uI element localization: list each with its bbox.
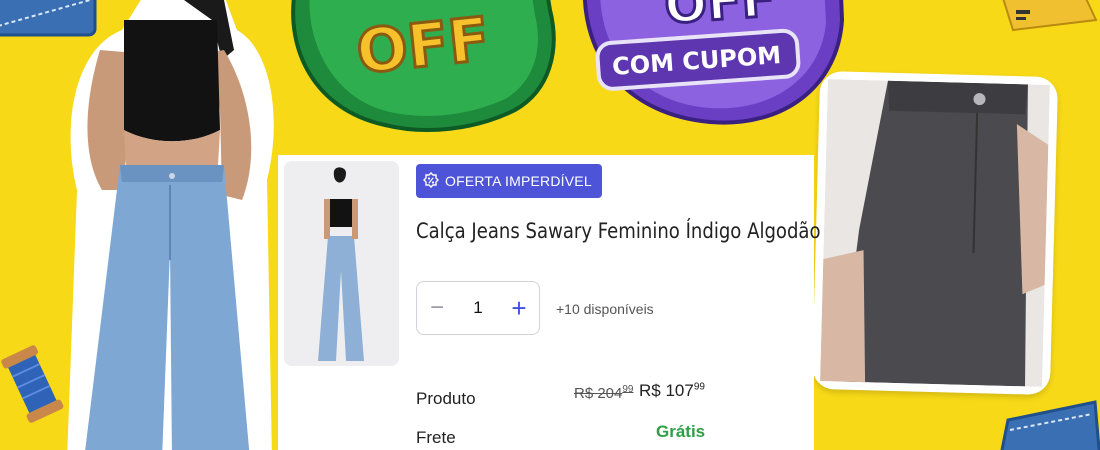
discount-badge-green: % OFF <box>291 0 556 132</box>
deal-tag-label: OFERTA IMPERDÍVEL <box>445 173 592 189</box>
discount-percent-icon <box>423 172 439 188</box>
denim-patch-bottom-right <box>1000 400 1100 450</box>
availability-text: +10 disponíveis <box>556 301 654 317</box>
shipping-label: Frete <box>416 428 456 447</box>
shipping-value: Grátis <box>656 422 706 441</box>
old-price: R$ 20499 <box>574 384 634 402</box>
box-icon <box>1002 0 1098 32</box>
thread-spool-icon <box>1 345 64 423</box>
increase-quantity-button[interactable]: + <box>509 293 529 324</box>
quantity-value[interactable]: 1 <box>473 298 482 318</box>
quantity-stepper: − 1 + <box>416 281 540 335</box>
product-title: Calça Jeans Sawary Feminino Índigo Algod… <box>416 219 821 243</box>
deal-tag: OFERTA IMPERDÍVEL <box>416 164 602 198</box>
promo-banner: % OFF OFF COM CUPOM <box>0 0 1100 450</box>
new-price: R$ 10799 <box>639 381 705 400</box>
model-photo-left <box>67 0 274 450</box>
jeans-photo-right <box>811 70 1059 396</box>
product-card: OFERTA IMPERDÍVEL Calça Jeans Sawary Fem… <box>278 155 821 450</box>
badge-green-off: OFF <box>353 4 493 88</box>
discount-badge-purple: OFF COM CUPOM <box>583 0 845 125</box>
product-price-label: Produto <box>416 389 476 408</box>
decrease-quantity-button[interactable]: − <box>427 294 447 322</box>
product-thumbnail[interactable] <box>284 161 399 366</box>
